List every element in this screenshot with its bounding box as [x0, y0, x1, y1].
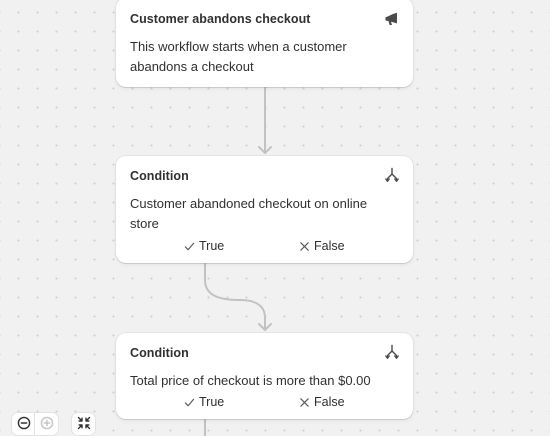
trigger-title: Customer abandons checkout	[130, 12, 311, 26]
connector-condition-1-to-condition-2	[204, 263, 266, 331]
condition-branches: True False	[116, 239, 413, 255]
fit-to-screen-icon	[77, 416, 91, 433]
zoom-controls	[12, 413, 58, 435]
workflow-canvas[interactable]: Customer abandons checkout This workflow…	[0, 0, 550, 436]
condition-description: Customer abandoned checkout on online st…	[130, 196, 368, 231]
condition-title: Condition	[130, 169, 189, 183]
x-icon	[299, 241, 310, 252]
zoom-in-button[interactable]	[35, 413, 58, 435]
x-icon	[299, 397, 310, 408]
zoom-out-button[interactable]	[12, 413, 35, 435]
branch-true: True	[184, 239, 224, 253]
fit-to-screen-button[interactable]	[72, 413, 95, 435]
branch-true-label: True	[199, 239, 225, 253]
zoom-out-icon	[17, 416, 31, 433]
condition-description: Total price of checkout is more than $0.…	[130, 373, 371, 388]
branch-icon	[384, 167, 400, 183]
checkmark-icon	[184, 397, 195, 408]
connector-arrowhead-2	[258, 323, 272, 331]
branch-false: False	[299, 239, 345, 253]
megaphone-icon	[384, 11, 400, 27]
trigger-card[interactable]: Customer abandons checkout This workflow…	[116, 0, 413, 87]
branch-true: True	[184, 395, 224, 409]
condition-card-1[interactable]: Condition Customer abandoned checkout on…	[116, 156, 413, 263]
condition-title: Condition	[130, 346, 189, 360]
branch-false-label: False	[314, 395, 345, 409]
branch-false: False	[299, 395, 345, 409]
trigger-description: This workflow starts when a customer aba…	[130, 39, 347, 74]
condition-branches: True False	[116, 395, 413, 411]
branch-false-label: False	[314, 239, 345, 253]
zoom-in-icon	[40, 416, 54, 433]
connector-arrowhead-1	[258, 146, 272, 154]
branch-true-label: True	[199, 395, 225, 409]
checkmark-icon	[184, 241, 195, 252]
condition-card-2[interactable]: Condition Total price of checkout is mor…	[116, 333, 413, 419]
branch-icon	[384, 344, 400, 360]
